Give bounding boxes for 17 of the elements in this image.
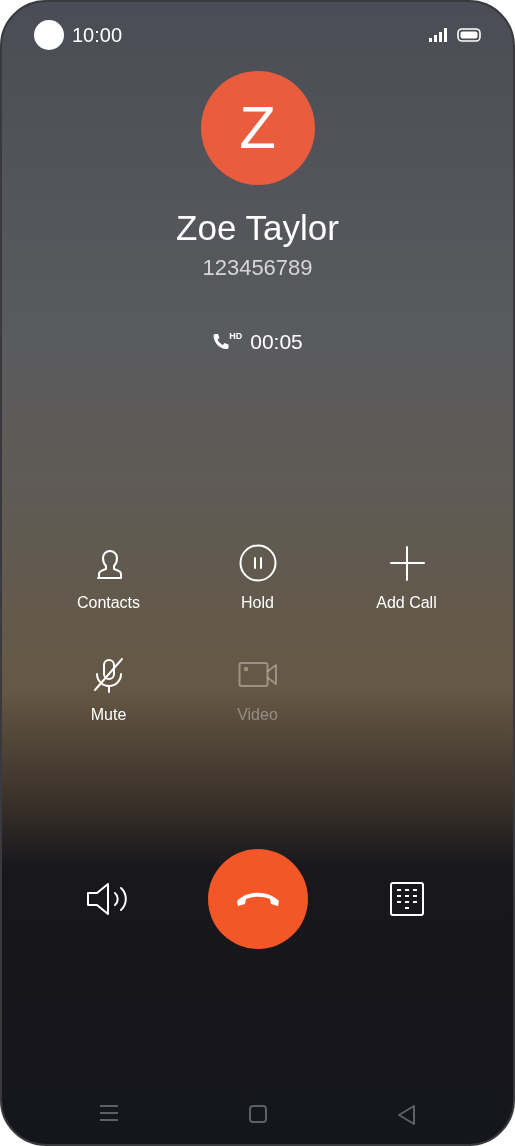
hd-label: HD <box>229 331 243 341</box>
call-duration: 00:05 <box>250 329 303 355</box>
pause-icon <box>238 542 277 583</box>
status-time: 10:00 <box>72 23 123 48</box>
caller-number: 123456789 <box>202 254 313 282</box>
camera-cutout-icon <box>34 20 64 50</box>
mute-button[interactable]: Mute <box>34 654 183 727</box>
contacts-button[interactable]: Contacts <box>34 542 183 615</box>
caller-name: Zoe Taylor <box>176 207 339 249</box>
battery-icon <box>457 28 481 42</box>
avatar: Z <box>200 71 315 185</box>
dialpad-button[interactable] <box>389 881 424 916</box>
hold-button[interactable]: Hold <box>183 542 332 615</box>
back-button[interactable] <box>396 1104 417 1126</box>
add-call-button[interactable]: Add Call <box>332 542 481 615</box>
signal-icon <box>429 28 449 42</box>
home-button[interactable] <box>247 1104 268 1126</box>
